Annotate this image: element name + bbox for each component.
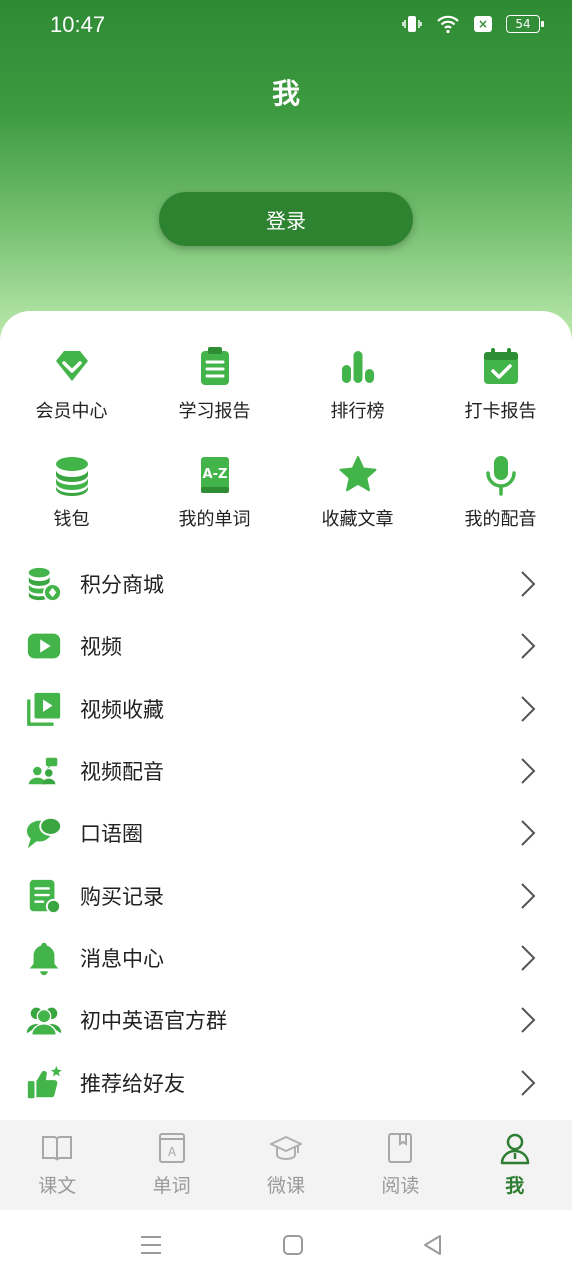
menu-list: 积分商城 视频 视频收藏 视频配音 口语圈 购买记录 消息中心 初中英语官方群 … (0, 553, 572, 1114)
points-coins-icon (28, 567, 63, 603)
star-icon (339, 456, 376, 492)
chevron-right-icon (521, 945, 536, 971)
menu-icon[interactable] (138, 1232, 164, 1258)
chevron-right-icon (521, 1069, 536, 1096)
grid-item-checkin-report[interactable]: 打卡报告 (429, 341, 572, 449)
bell-icon (29, 942, 59, 976)
svg-text:A-Z: A-Z (202, 467, 227, 482)
group-icon (26, 1007, 62, 1037)
bar-chart-icon (341, 351, 374, 383)
calendar-check-icon (483, 348, 518, 384)
list-item-video[interactable]: 视频 (0, 615, 572, 677)
status-icons: × 54 (402, 14, 544, 34)
vibrate-icon (402, 16, 422, 32)
status-bar: 10:47 × 54 (0, 0, 572, 52)
diamond-icon (55, 351, 88, 381)
person-icon (500, 1133, 529, 1165)
tab-words[interactable]: A 单词 (114, 1120, 228, 1210)
grid-item-my-words[interactable]: A-Z 我的单词 (143, 449, 286, 557)
list-item-video-favorites[interactable]: 视频收藏 (0, 678, 572, 740)
grid-item-saved-articles[interactable]: 收藏文章 (286, 449, 429, 557)
clipboard-icon (200, 347, 229, 385)
system-nav-bar (0, 1210, 572, 1280)
page-title: 我 (271, 77, 300, 110)
feature-grid: 会员中心 学习报告 排行榜 打卡报告 钱包 A-Z 我的单词 收藏文章 我的配音 (0, 341, 572, 557)
list-item-speaking-circle[interactable]: 口语圈 (0, 802, 572, 864)
status-time: 10:47 (50, 12, 106, 37)
tab-me[interactable]: 我 (458, 1120, 572, 1210)
book-icon (42, 1136, 73, 1161)
chevron-right-icon (521, 1007, 536, 1033)
home-icon[interactable] (280, 1232, 306, 1258)
tab-reading[interactable]: 阅读 (343, 1120, 457, 1210)
profile-header: 10:47 × 54 我 登录 (0, 0, 572, 340)
wifi-icon (437, 15, 459, 34)
chevron-right-icon (521, 696, 536, 722)
bottom-tab-bar: 课文 A 单词 微课 阅读 我 (0, 1120, 572, 1210)
grid-item-study-report[interactable]: 学习报告 (143, 341, 286, 449)
chat-bubbles-icon (26, 817, 63, 849)
list-item-message-center[interactable]: 消息中心 (0, 927, 572, 989)
chevron-right-icon (521, 758, 536, 784)
graduation-cap-icon (269, 1136, 302, 1160)
list-item-official-group[interactable]: 初中英语官方群 (0, 989, 572, 1051)
thumbs-up-star-icon (27, 1065, 62, 1098)
reading-icon (388, 1133, 413, 1163)
receipt-icon (29, 879, 62, 914)
chevron-right-icon (521, 571, 536, 597)
back-icon[interactable] (420, 1232, 446, 1258)
microphone-icon (485, 456, 516, 496)
grid-item-vip[interactable]: 会员中心 (0, 341, 143, 449)
list-item-purchase-history[interactable]: 购买记录 (0, 864, 572, 926)
notification-x-icon: × (474, 16, 492, 32)
list-item-recommend-friends[interactable]: 推荐给好友 (0, 1051, 572, 1113)
dubbing-people-icon (28, 757, 58, 785)
az-book-icon: A-Z (200, 457, 229, 493)
login-button[interactable]: 登录 (159, 192, 413, 246)
chevron-right-icon (521, 633, 536, 660)
play-video-icon (27, 634, 61, 659)
menu-card: 会员中心 学习报告 排行榜 打卡报告 钱包 A-Z 我的单词 收藏文章 我的配音… (0, 311, 572, 1131)
video-collection-icon (27, 692, 61, 726)
list-item-video-dubbing[interactable]: 视频配音 (0, 740, 572, 802)
word-a-icon: A (158, 1133, 185, 1163)
tab-lessons[interactable]: 课文 (0, 1120, 114, 1210)
tab-micro-lessons[interactable]: 微课 (229, 1120, 343, 1210)
svg-text:A: A (167, 1145, 176, 1159)
list-item-points-mall[interactable]: 积分商城 (0, 553, 572, 615)
chevron-right-icon (521, 882, 536, 909)
chevron-right-icon (521, 820, 536, 847)
coin-stack-icon (55, 457, 88, 496)
grid-item-wallet[interactable]: 钱包 (0, 449, 143, 557)
battery-icon: 54 (506, 15, 544, 33)
grid-item-leaderboard[interactable]: 排行榜 (286, 341, 429, 449)
grid-item-my-dubbing[interactable]: 我的配音 (429, 449, 572, 557)
